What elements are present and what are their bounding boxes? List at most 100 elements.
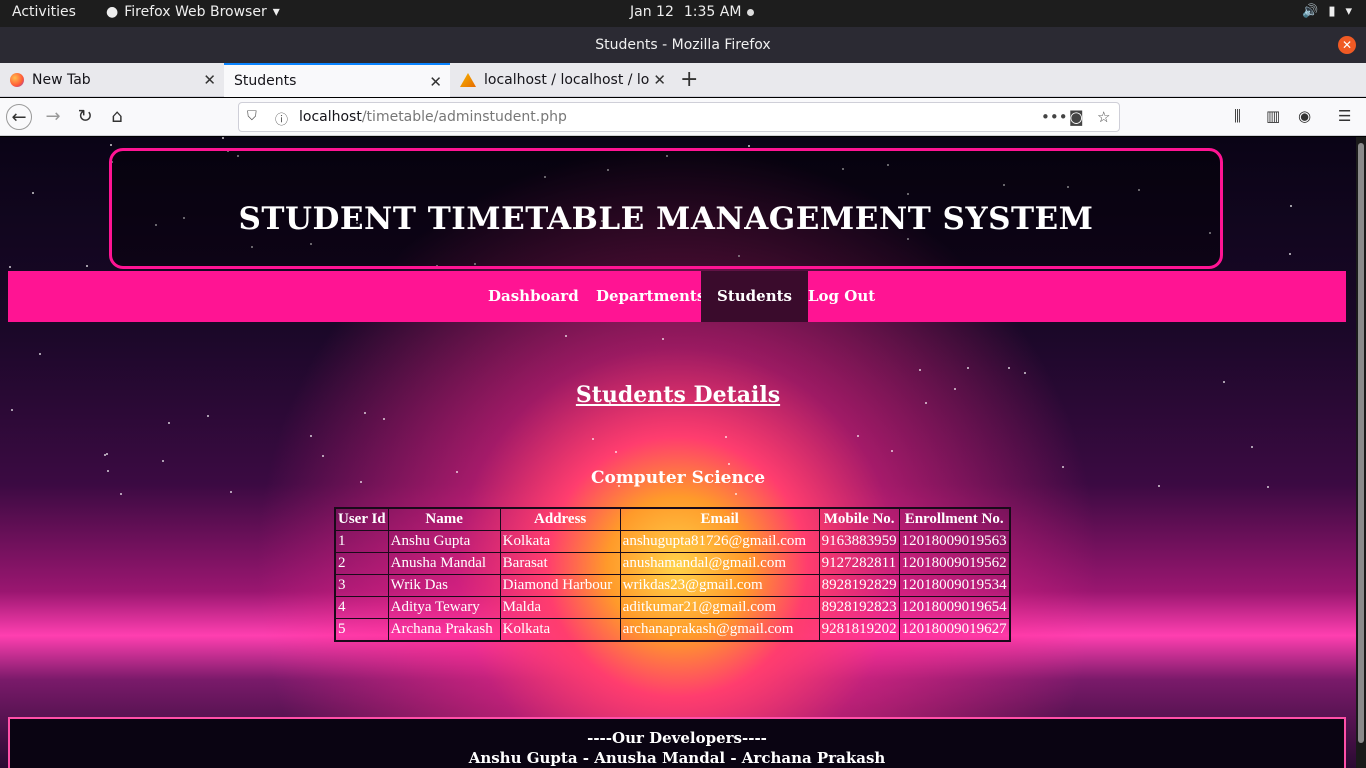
app-menu-label: Firefox Web Browser [124,4,267,20]
star-decoration [364,412,366,414]
star-decoration [322,455,324,457]
bookmark-star-icon[interactable]: ☆ [1097,108,1110,126]
page-scrollbar[interactable] [1356,137,1366,768]
cell-name: Archana Prakash [387,618,501,641]
window-title: Students - Mozilla Firefox [595,37,771,53]
section-title: Students Details [575,382,781,408]
menu-item-dashboard[interactable]: Dashboard [472,271,595,322]
footer-heading: ----Our Developers---- [587,729,767,747]
firefox-icon: ● [106,4,119,20]
table-row: 4 Aditya Tewary Malda aditkumar21@gmail.… [335,596,1010,619]
account-icon[interactable]: ◉ [1298,107,1311,125]
star-decoration [383,418,385,420]
back-arrow-icon[interactable]: ← [6,104,32,130]
star-decoration [891,450,893,452]
column-header: Email [619,508,820,531]
star-decoration [662,338,664,340]
hamburger-menu-icon[interactable]: ☰ [1338,107,1351,125]
close-icon[interactable]: ✕ [653,71,666,89]
url-bar[interactable]: ⛉ ⓘ localhost/timetable/adminstudent.php… [238,102,1120,132]
cell-address: Barasat [499,552,621,575]
scrollbar-thumb[interactable] [1358,143,1364,743]
cell-address: Kolkata [499,618,621,641]
cell-email: anushamandal@gmail.com [619,552,820,575]
star-decoration [615,451,617,453]
star-decoration [222,137,224,139]
star-decoration [120,493,122,495]
column-header: Name [387,508,501,531]
clock-time: 1:35 AM [683,4,742,20]
url-path: /timetable/adminstudent.php [361,109,567,125]
clock[interactable]: Jan 12 1:35 AM [630,4,755,20]
shield-icon[interactable]: ⛉ [247,109,257,124]
menu-item-logout[interactable]: Log Out [792,271,891,322]
home-icon[interactable]: ⌂ [104,104,130,130]
close-icon[interactable]: ✕ [203,71,216,89]
cell-user-id: 1 [335,530,389,553]
cell-enrollment: 12018009019627 [898,618,1010,641]
cell-mobile: 8928192823 [818,596,900,619]
url-text[interactable]: localhost/timetable/adminstudent.php [299,109,567,125]
forward-arrow-icon[interactable]: → [40,104,66,130]
sidebar-icon[interactable]: ▥ [1266,107,1280,125]
reload-icon[interactable]: ↻ [72,104,98,130]
star-decoration [110,144,112,146]
star-decoration [967,367,969,369]
cell-name: Wrik Das [387,574,501,597]
navigation-toolbar: ← → ↻ ⌂ ⛉ ⓘ localhost/timetable/adminstu… [0,98,1366,136]
star-decoration [310,435,312,437]
star-decoration [565,335,567,337]
star-decoration [1289,253,1291,255]
main-menu: Dashboard Departments Students Log Out [8,271,1346,322]
system-top-bar: Activities ● Firefox Web Browser ▾ Jan 1… [0,0,1366,27]
footer-developers: Anshu Gupta - Anusha Mandal - Archana Pr… [468,749,886,767]
cell-name: Aditya Tewary [387,596,501,619]
star-decoration [106,453,108,455]
department-title: Computer Science [590,468,766,488]
cell-user-id: 4 [335,596,389,619]
cell-mobile: 9163883959 [818,530,900,553]
cell-enrollment: 12018009019563 [898,530,1010,553]
cell-address: Malda [499,596,621,619]
activities-button[interactable]: Activities [12,4,76,20]
table-row: 1 Anshu Gupta Kolkata anshugupta81726@gm… [335,530,1010,553]
window-close-button[interactable]: ✕ [1338,36,1356,54]
site-footer: ----Our Developers---- Anshu Gupta - Anu… [8,717,1346,768]
star-decoration [207,415,209,417]
tab-students[interactable]: Students ✕ [224,63,450,97]
star-decoration [9,266,11,268]
tab-label: localhost / localhost / logi [484,72,649,88]
cell-user-id: 2 [335,552,389,575]
cell-enrollment: 12018009019654 [898,596,1010,619]
firefox-icon [10,73,24,87]
star-decoration [1024,372,1026,374]
cell-mobile: 8928192829 [818,574,900,597]
cell-mobile: 9127282811 [818,552,900,575]
star-decoration [1290,205,1292,207]
tab-label: New Tab [32,72,91,88]
table-row: 2 Anusha Mandal Barasat anushamandal@gma… [335,552,1010,575]
app-menu[interactable]: ● Firefox Web Browser ▾ [106,4,280,20]
battery-icon: ▮ [1328,4,1336,19]
star-decoration [748,145,750,147]
new-tab-plus-icon[interactable]: + [680,67,698,92]
window-titlebar: Students - Mozilla Firefox ✕ [0,27,1366,63]
library-icon[interactable]: ⫼ [1234,107,1241,125]
tab-phpmyadmin[interactable]: localhost / localhost / logi ✕ [450,63,674,97]
star-decoration [32,192,34,194]
star-decoration [11,409,13,411]
tab-new-tab[interactable]: New Tab ✕ [0,63,224,97]
cell-enrollment: 12018009019534 [898,574,1010,597]
close-icon[interactable]: ✕ [429,73,442,91]
star-decoration [230,491,232,493]
star-decoration [1251,446,1253,448]
pocket-icon[interactable]: ◙ [1069,108,1084,126]
power-menu-chevron-icon: ▾ [1345,4,1352,19]
column-header: Address [499,508,621,531]
page-actions-icon[interactable]: ••• [1041,108,1068,126]
phpmyadmin-icon [460,73,476,87]
info-icon[interactable]: ⓘ [275,109,288,128]
system-tray[interactable]: 🔊 ▮ ▾ [1302,4,1352,19]
star-decoration [592,438,594,440]
cell-mobile: 9281819202 [818,618,900,641]
